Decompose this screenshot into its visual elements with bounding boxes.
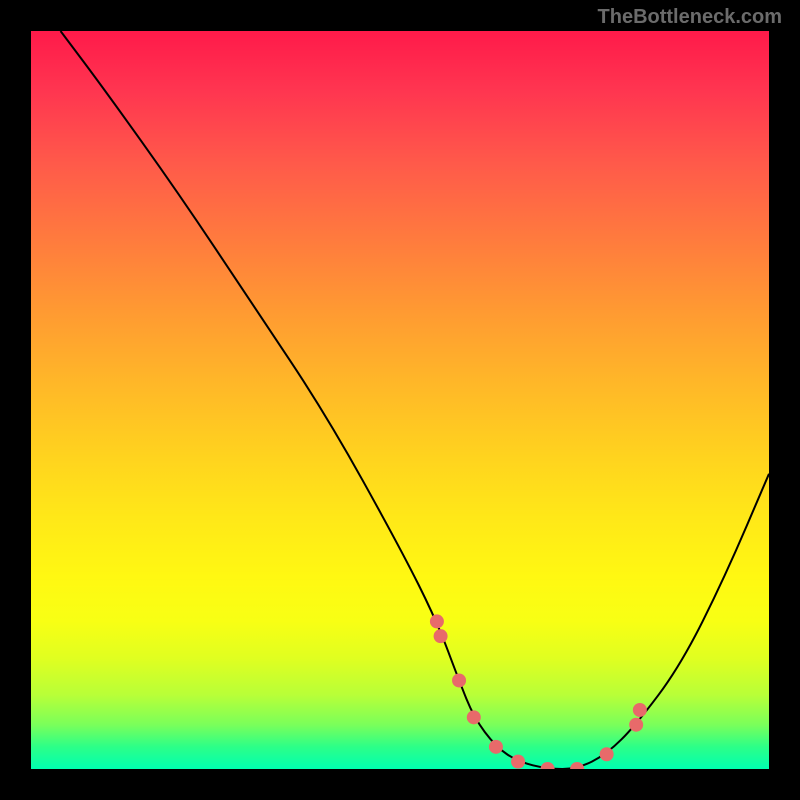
watermark-text: TheBottleneck.com: [598, 6, 782, 29]
data-point: [541, 762, 555, 769]
data-point: [629, 718, 643, 732]
chart-svg: [31, 31, 769, 769]
data-point: [430, 614, 444, 628]
data-point: [452, 673, 466, 687]
data-point: [511, 755, 525, 769]
data-point: [467, 710, 481, 724]
bottleneck-curve: [61, 31, 769, 769]
data-point: [489, 740, 503, 754]
data-point: [570, 762, 584, 769]
data-point: [633, 703, 647, 717]
data-point: [600, 747, 614, 761]
data-point: [434, 629, 448, 643]
